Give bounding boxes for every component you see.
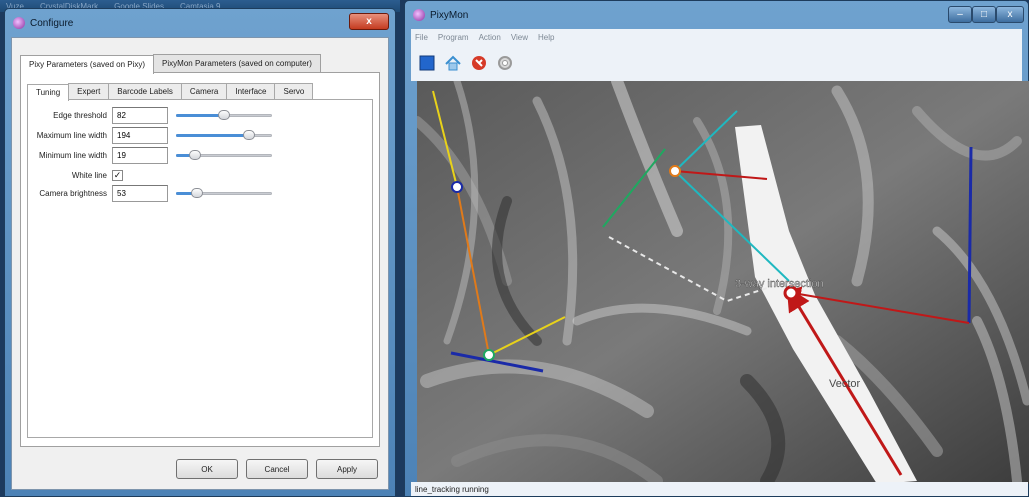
tuning-panel: Edge threshold Maximum line width Minimu… [27,99,373,438]
cancel-button[interactable]: Cancel [246,459,308,479]
camera-brightness-slider[interactable] [176,187,272,199]
camera-brightness-label: Camera brightness [39,188,107,198]
ok-button[interactable]: OK [176,459,238,479]
minimize-button[interactable]: – [948,6,972,23]
white-line-label: White line [71,170,107,180]
camera-brightness-row: Camera brightness [28,184,272,202]
min-line-width-label: Minimum line width [38,150,107,160]
intersection-node [669,165,681,177]
stop-icon[interactable] [417,53,437,73]
tab-tuning[interactable]: Tuning [27,84,70,101]
pixymon-title: PixyMon [430,9,469,21]
configure-titlebar[interactable]: Configure x [11,9,389,37]
configure-title: Configure [30,17,74,29]
pixy-app-icon [13,17,25,29]
slider-thumb[interactable] [189,150,202,160]
pixymon-window: PixyMon – □ x File Program Action View H… [404,0,1029,497]
slider-thumb[interactable] [218,110,230,120]
intersection-node [451,181,463,193]
min-line-width-input[interactable] [112,146,168,164]
max-line-width-row: Maximum line width [28,126,272,144]
slider-thumb[interactable] [242,130,255,140]
max-line-width-slider[interactable] [176,129,272,141]
white-line-checkbox[interactable]: ✓ [112,169,123,181]
dialog-button-row: OK Cancel Apply [176,459,378,479]
tab-pixymon-parameters[interactable]: PixyMon Parameters (saved on computer) [153,54,321,73]
white-line-row: White line ✓ [28,166,123,184]
max-line-width-label: Maximum line width [36,130,107,140]
tab-barcode-labels[interactable]: Barcode Labels [108,83,182,100]
intersection-node [483,349,495,361]
maximize-button[interactable]: □ [972,6,996,23]
tracking-overlay: 3-way intersection Vector [417,81,1029,484]
min-line-width-slider[interactable] [176,149,272,161]
toolbar [411,45,1022,81]
pixy-parameters-panel: Tuning Expert Barcode Labels Camera Inte… [20,72,380,447]
outer-tab-bar: Pixy Parameters (saved on Pixy) PixyMon … [20,54,321,74]
inner-tab-bar: Tuning Expert Barcode Labels Camera Inte… [27,83,314,101]
close-button[interactable]: x [349,13,389,30]
home-icon[interactable] [443,53,463,73]
pixymon-titlebar[interactable]: PixyMon – □ x [405,1,1028,29]
tab-pixy-parameters[interactable]: Pixy Parameters (saved on Pixy) [20,55,155,74]
close-button[interactable]: x [996,6,1024,23]
pixy-app-icon [413,9,425,21]
gear-icon[interactable] [495,53,515,73]
status-text: line_tracking running [415,484,489,494]
configure-window: Configure x Pixy Parameters (saved on Pi… [4,8,396,497]
edge-threshold-row: Edge threshold [28,106,272,124]
slider-thumb[interactable] [191,188,204,198]
camera-brightness-input[interactable] [112,184,168,202]
tab-expert[interactable]: Expert [68,83,110,100]
config-icon[interactable] [469,53,489,73]
tab-servo[interactable]: Servo [274,83,314,100]
blue-segment [967,146,973,324]
vector-label: Vector [829,378,861,390]
edge-threshold-input[interactable] [112,106,168,124]
edge-threshold-slider[interactable] [176,109,272,121]
menu-help[interactable]: Help [538,33,554,42]
menu-file[interactable]: File [415,33,428,42]
camera-video-view[interactable]: 3-way intersection Vector [417,81,1029,484]
intersection-label: 3-way intersection [735,278,824,290]
menu-view[interactable]: View [511,33,528,42]
max-line-width-input[interactable] [112,126,168,144]
menu-action[interactable]: Action [479,33,501,42]
edge-threshold-label: Edge threshold [53,110,107,120]
menu-bar: File Program Action View Help [411,29,1022,45]
tab-camera[interactable]: Camera [180,83,228,100]
configure-body: Pixy Parameters (saved on Pixy) PixyMon … [11,37,389,490]
status-bar: line_tracking running [411,482,1028,496]
menu-program[interactable]: Program [438,33,469,42]
min-line-width-row: Minimum line width [28,146,272,164]
tab-interface[interactable]: Interface [226,83,276,100]
apply-button[interactable]: Apply [316,459,378,479]
